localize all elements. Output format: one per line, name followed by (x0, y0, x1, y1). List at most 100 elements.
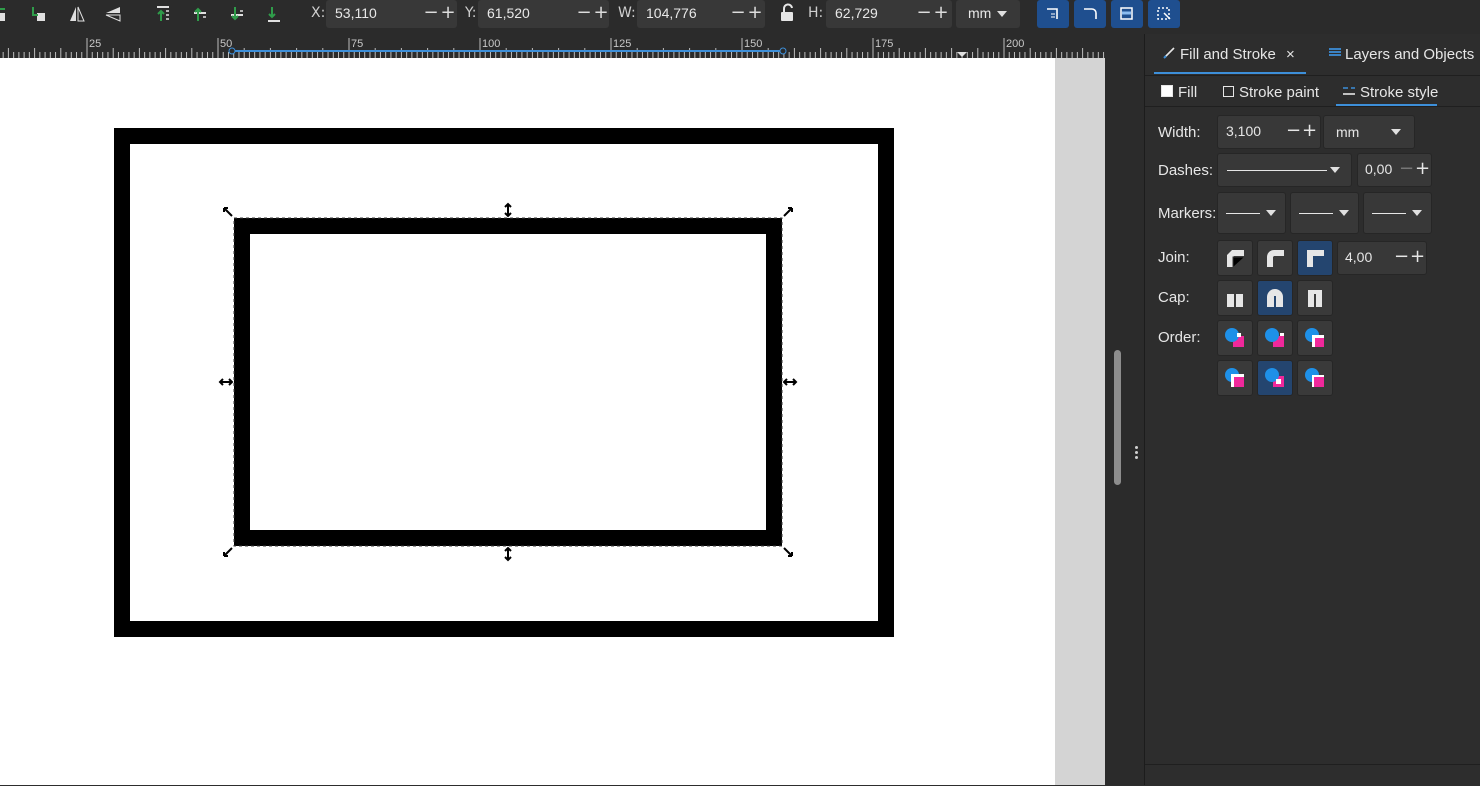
flip-vertical-icon[interactable] (102, 3, 124, 25)
order-markers-fill-stroke-button[interactable] (1217, 360, 1253, 396)
miter-decrement-button[interactable]: − (1394, 246, 1409, 267)
width-unit-dropdown[interactable]: mm (1323, 115, 1415, 149)
miter-join-button[interactable] (1297, 240, 1333, 276)
unit-dropdown[interactable]: mm (956, 0, 1020, 28)
bevel-join-button[interactable] (1217, 240, 1253, 276)
fill-stroke-dock: Fill and Stroke × Layers and Objects × F… (1144, 34, 1480, 785)
rotate-ccw-icon[interactable] (0, 3, 16, 25)
horizontal-ruler[interactable]: 25 50 75 100 125 150 175 200 (0, 34, 1105, 58)
scale-stroke-button[interactable] (1037, 0, 1069, 28)
y-increment-button[interactable]: + (593, 2, 609, 24)
order-stroke-markers-fill-button[interactable] (1257, 360, 1293, 396)
dash-offset-value[interactable]: 0,00 (1365, 161, 1392, 177)
lower-icon[interactable] (226, 3, 248, 25)
tab-layers-and-objects[interactable]: Layers and Objects × (1328, 45, 1480, 63)
marker-line-sample (1372, 213, 1406, 214)
raise-to-top-icon[interactable] (152, 3, 174, 25)
height-spinbox[interactable]: 62,729 − + (826, 0, 952, 28)
ruler-label: 175 (875, 38, 894, 50)
y-value[interactable]: 61,520 (487, 5, 530, 21)
w-label: W: (618, 5, 636, 21)
miter-limit-value[interactable]: 4,00 (1345, 249, 1372, 265)
subtab-label: Fill (1178, 84, 1198, 101)
ruler-ticks (2, 38, 1105, 58)
close-icon[interactable]: × (1286, 46, 1295, 63)
start-marker-dropdown[interactable] (1217, 192, 1286, 234)
miter-increment-button[interactable]: + (1410, 246, 1425, 267)
chevron-down-icon (997, 11, 1007, 17)
stroke-width-value[interactable]: 3,100 (1226, 123, 1261, 139)
h-increment-button[interactable]: + (933, 2, 949, 24)
subtab-stroke-paint[interactable]: Stroke paint (1223, 84, 1319, 101)
h-value[interactable]: 62,729 (835, 5, 878, 21)
scale-handles[interactable] (218, 202, 798, 562)
w-value[interactable]: 104,776 (646, 5, 697, 21)
dash-pattern-dropdown[interactable] (1217, 153, 1352, 187)
chevron-down-icon (1330, 167, 1340, 173)
scale-corners-button[interactable] (1074, 0, 1106, 28)
mid-marker-dropdown[interactable] (1290, 192, 1359, 234)
round-cap-button[interactable] (1257, 280, 1293, 316)
transform-patterns-button[interactable] (1148, 0, 1180, 28)
transform-gradients-button[interactable] (1111, 0, 1143, 28)
scrollbar-thumb[interactable] (1114, 350, 1121, 485)
y-spinbox[interactable]: 61,520 − + (478, 0, 609, 28)
scale-handle-se (783, 547, 793, 557)
h-decrement-button[interactable]: − (916, 2, 932, 24)
stroke-paint-icon (1223, 86, 1234, 97)
fill-icon (1161, 85, 1173, 97)
selected-rectangle[interactable] (234, 218, 782, 546)
drawing-canvas[interactable] (0, 58, 1055, 785)
h-label: H: (808, 5, 824, 21)
x-increment-button[interactable]: + (440, 2, 456, 24)
chevron-down-icon (1339, 210, 1349, 216)
butt-cap-button[interactable] (1217, 280, 1253, 316)
width-increment-button[interactable]: + (1302, 120, 1317, 141)
width-spinbox[interactable]: 104,776 − + (637, 0, 765, 28)
order-stroke-fill-markers-button[interactable] (1257, 320, 1293, 356)
marker-line-sample (1299, 213, 1333, 214)
tab-label: Fill and Stroke (1180, 46, 1276, 63)
width-unit-value: mm (1336, 124, 1360, 140)
w-decrement-button[interactable]: − (730, 2, 746, 24)
subtab-label: Stroke style (1360, 84, 1439, 101)
y-decrement-button[interactable]: − (576, 2, 592, 24)
x-spinbox[interactable]: 53,110 − + (326, 0, 457, 28)
round-join-button[interactable] (1257, 240, 1293, 276)
marker-line-sample (1226, 213, 1260, 214)
dash-offset-increment-button[interactable]: + (1415, 158, 1430, 179)
tab-divider (1145, 75, 1480, 76)
tab-fill-and-stroke[interactable]: Fill and Stroke × (1163, 45, 1295, 63)
tool-controls-bar: X: 53,110 − + Y: 61,520 − + W: 104,776 −… (0, 0, 1480, 34)
dock-resize-handle[interactable] (1131, 34, 1144, 785)
subtab-fill[interactable]: Fill (1161, 84, 1197, 101)
stroke-style-icon (1342, 84, 1356, 101)
paint-order-icon (1305, 328, 1324, 347)
w-increment-button[interactable]: + (747, 2, 763, 24)
dash-offset-decrement-button[interactable]: − (1399, 158, 1414, 179)
end-marker-dropdown[interactable] (1363, 192, 1432, 234)
scale-handle-sw (223, 547, 233, 557)
order-markers-stroke-fill-button[interactable] (1297, 360, 1333, 396)
subtab-stroke-style[interactable]: Stroke style (1342, 84, 1438, 101)
flip-horizontal-icon[interactable] (66, 3, 88, 25)
dash-offset-spinbox[interactable]: 0,00 − + (1357, 153, 1432, 187)
raise-icon[interactable] (189, 3, 211, 25)
lock-proportions-icon[interactable] (776, 2, 798, 24)
order-fill-markers-stroke-button[interactable] (1297, 320, 1333, 356)
square-cap-button[interactable] (1297, 280, 1333, 316)
x-decrement-button[interactable]: − (423, 2, 439, 24)
drag-handle-icon[interactable] (1135, 446, 1139, 461)
chevron-down-icon (1391, 129, 1401, 135)
vertical-scrollbar[interactable] (1105, 34, 1131, 785)
round-join-icon (1267, 250, 1284, 267)
width-decrement-button[interactable]: − (1286, 120, 1301, 141)
order-fill-stroke-markers-button[interactable] (1217, 320, 1253, 356)
x-value[interactable]: 53,110 (335, 5, 377, 21)
miter-limit-spinbox[interactable]: 4,00 − + (1337, 241, 1427, 275)
layers-icon (1328, 45, 1342, 63)
stroke-width-spinbox[interactable]: 3,100 − + (1217, 115, 1321, 149)
ruler-label: 25 (89, 38, 102, 50)
lower-to-bottom-icon[interactable] (263, 3, 285, 25)
rotate-cw-icon[interactable] (28, 3, 50, 25)
